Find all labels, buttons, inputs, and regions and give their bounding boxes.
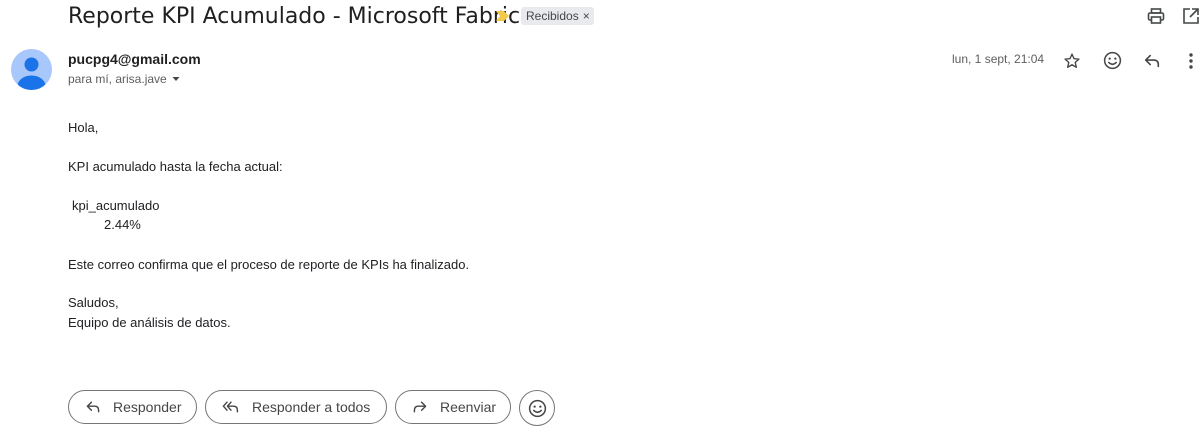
remove-label-icon[interactable]: × (583, 10, 590, 22)
print-icon[interactable] (1146, 6, 1166, 26)
label-chip-inbox: Recibidos × (521, 7, 594, 25)
reply-button-label: Responder (113, 399, 182, 415)
emoji-reaction-icon[interactable] (1100, 48, 1124, 72)
body-closing: Saludos, (68, 295, 119, 310)
open-in-new-window-icon[interactable] (1181, 6, 1201, 26)
reply-all-button[interactable]: Responder a todos (205, 390, 387, 424)
reply-button[interactable]: Responder (68, 390, 197, 424)
body-intro: KPI acumulado hasta la fecha actual: (68, 159, 283, 174)
star-icon[interactable] (1060, 49, 1084, 73)
reply-icon (86, 401, 100, 413)
forward-icon (413, 401, 427, 413)
body-confirmation: Este correo confirma que el proceso de r… (68, 257, 470, 272)
person-icon (17, 57, 46, 90)
message-date: lun, 1 sept, 21:04 (952, 52, 1045, 66)
kpi-table-header: kpi_acumulado (72, 198, 160, 213)
emoji-button[interactable] (519, 390, 555, 426)
sender-avatar[interactable] (11, 49, 52, 90)
reply-all-icon (222, 401, 239, 413)
body-greeting: Hola, (68, 120, 99, 135)
label-chip-text: Recibidos (526, 9, 579, 23)
reply-all-button-label: Responder a todos (252, 399, 371, 415)
recipients-text: para mí, arisa.jave (68, 72, 167, 86)
email-subject: Reporte KPI Acumulado - Microsoft Fabric (68, 4, 521, 29)
importance-marker-icon[interactable] (495, 9, 511, 23)
forward-button-label: Reenviar (440, 399, 497, 415)
reply-icon[interactable] (1140, 49, 1164, 73)
more-vert-icon[interactable] (1179, 49, 1203, 73)
recipients-line[interactable]: para mí, arisa.jave (68, 72, 181, 86)
kpi-table-value: 2.44% (104, 217, 141, 232)
body-signature: Equipo de análisis de datos. (68, 315, 231, 330)
emoji-icon (528, 399, 546, 417)
chevron-down-icon[interactable] (171, 74, 181, 84)
sender-email[interactable]: pucpg4@gmail.com (68, 51, 201, 67)
forward-button[interactable]: Reenviar (395, 390, 511, 424)
